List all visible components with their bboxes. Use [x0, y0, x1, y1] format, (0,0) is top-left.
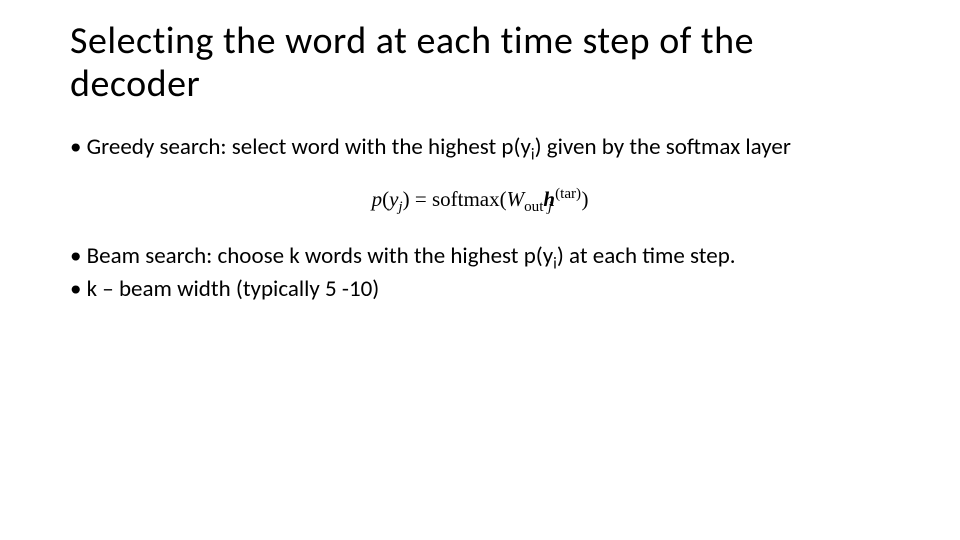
formula-lp2: ( [500, 187, 507, 211]
formula-lp: ( [382, 187, 389, 211]
bullet-k-text: k – beam width (typically 5 -10) [87, 275, 380, 303]
slide-title: Selecting the word at each time step of … [70, 20, 890, 105]
formula-eq: = [410, 187, 432, 211]
formula-y: y [389, 187, 398, 211]
formula-out: out [524, 199, 543, 215]
bullet-greedy: Greedy search: select word with the high… [70, 133, 890, 162]
bullet-k: k – beam width (typically 5 -10) [70, 275, 890, 304]
formula-rp: ) [403, 187, 410, 211]
bullet-beam: Beam search: choose k words with the hig… [70, 242, 890, 271]
formula-rp2: ) [581, 187, 588, 211]
bullet-greedy-post: ) given by the softmax layer [535, 133, 791, 161]
formula-softmax: softmax [432, 187, 500, 211]
slide: Selecting the word at each time step of … [0, 0, 960, 540]
formula-block: p(yj) = softmax(Wouth(tar)j) [70, 187, 890, 212]
formula-j2: j [548, 199, 552, 215]
bullet-beam-pre: Beam search: choose k words with the hig… [87, 242, 554, 270]
formula-tar: (tar) [555, 186, 581, 202]
formula: p(yj) = softmax(Wouth(tar)j) [372, 187, 589, 212]
bullet-beam-post: ) at each time step. [557, 242, 736, 270]
formula-W: W [507, 187, 525, 211]
formula-p: p [372, 187, 383, 211]
bullet-greedy-pre: Greedy search: select word with the high… [87, 133, 531, 161]
